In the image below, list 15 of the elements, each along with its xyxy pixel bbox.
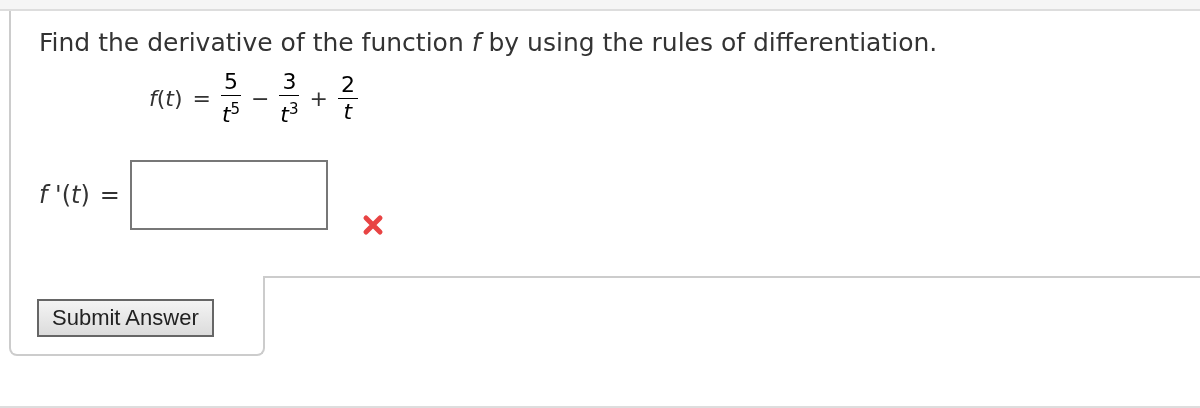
operator-sign: −: [251, 86, 270, 112]
equals-sign: =: [99, 181, 120, 210]
answer-label: f '(t): [39, 181, 90, 210]
denominator: t: [343, 99, 353, 125]
function-name: f(t): [149, 86, 183, 112]
numerator: 5: [221, 70, 241, 96]
answer-field[interactable]: [129, 160, 328, 231]
denominator: t$^{3}$: [280, 99, 299, 128]
denominator: t$^{5}$: [221, 99, 241, 128]
numerator: 3: [279, 70, 300, 96]
submit-answer-button[interactable]: Submit Answer: [37, 299, 214, 337]
equals-sign: =: [192, 86, 211, 112]
operator-sign: +: [309, 86, 328, 112]
question-prompt: Find the derivative of the function f by using the rules of differentiation.: [39, 28, 939, 58]
numerator: 2: [337, 73, 358, 100]
